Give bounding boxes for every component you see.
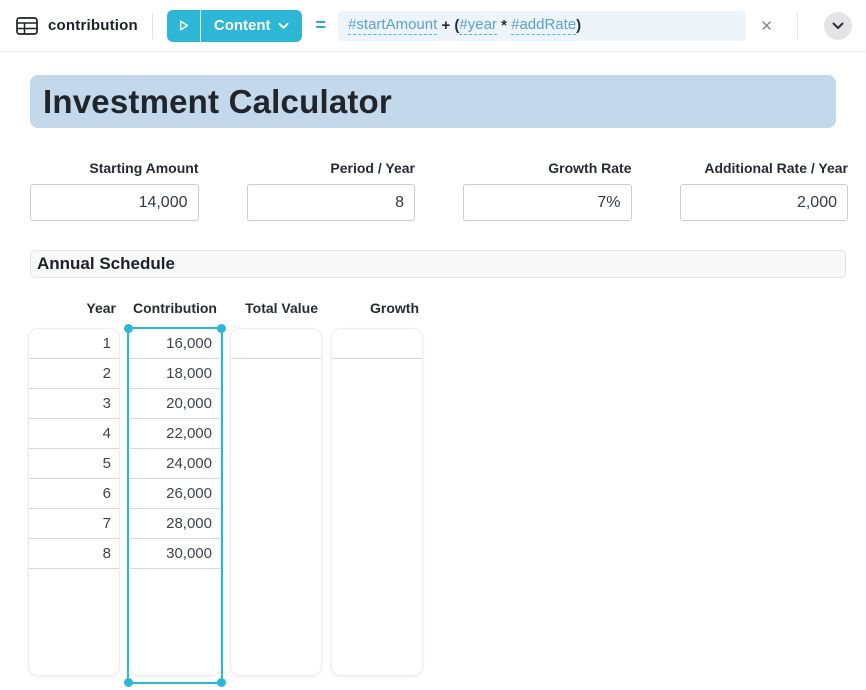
- column-growth: [331, 328, 423, 676]
- field-growth-rate: Growth Rate: [463, 160, 632, 221]
- table-cell[interactable]: 16,000: [130, 329, 220, 359]
- schedule-table: 1234567816,00018,00020,00022,00024,00026…: [28, 328, 866, 676]
- selection-handle[interactable]: [124, 678, 133, 687]
- table-cell[interactable]: 22,000: [130, 419, 220, 449]
- field-period-year: Period / Year: [247, 160, 416, 221]
- formula-input[interactable]: #startAmount + (#year * #addRate): [338, 11, 746, 41]
- period-year-input[interactable]: [247, 184, 416, 221]
- content-dropdown-button[interactable]: Content: [201, 10, 302, 42]
- table-cell[interactable]: 4: [29, 419, 119, 449]
- sheet-name: contribution: [48, 17, 138, 34]
- starting-amount-input[interactable]: [30, 184, 199, 221]
- section-title: Annual Schedule: [37, 254, 175, 274]
- table-cell[interactable]: 1: [29, 329, 119, 359]
- column-header-growth[interactable]: Growth: [331, 298, 423, 318]
- table-cell[interactable]: 20,000: [130, 389, 220, 419]
- table-cell[interactable]: 3: [29, 389, 119, 419]
- column-total-value: [230, 328, 322, 676]
- chevron-down-icon: [832, 22, 844, 30]
- run-button[interactable]: [167, 10, 201, 42]
- formula-token-ref[interactable]: #year: [459, 16, 497, 35]
- page-title-banner: Investment Calculator: [30, 75, 836, 128]
- annual-schedule-section-header: Annual Schedule: [30, 250, 846, 278]
- field-starting-amount: Starting Amount: [30, 160, 199, 221]
- table-cell[interactable]: 2: [29, 359, 119, 389]
- table-cell[interactable]: 24,000: [130, 449, 220, 479]
- chevron-down-icon: [278, 22, 289, 30]
- column-header-total-value[interactable]: Total Value: [230, 298, 322, 318]
- table-grid-icon: [16, 17, 38, 35]
- toolbar-divider: [152, 13, 153, 39]
- table-cell[interactable]: 6: [29, 479, 119, 509]
- parameter-form: Starting Amount Period / Year Growth Rat…: [30, 160, 848, 221]
- column-card-growth[interactable]: [331, 328, 423, 676]
- table-cell[interactable]: 30,000: [130, 539, 220, 569]
- table-cell[interactable]: 28,000: [130, 509, 220, 539]
- table-cell[interactable]: 5: [29, 449, 119, 479]
- formula-token-op[interactable]: +: [437, 17, 454, 34]
- close-icon[interactable]: ✕: [760, 17, 773, 35]
- formula-token-op[interactable]: ): [576, 17, 581, 34]
- content-button-group: Content: [167, 10, 302, 42]
- content-button-label: Content: [214, 17, 271, 34]
- growth-rate-input[interactable]: [463, 184, 632, 221]
- selection-handle[interactable]: [217, 678, 226, 687]
- table-cell[interactable]: [231, 329, 321, 359]
- page-title: Investment Calculator: [43, 83, 392, 121]
- column-year: 12345678: [28, 328, 120, 676]
- column-card-total-value[interactable]: [230, 328, 322, 676]
- column-header-contribution[interactable]: Contribution: [129, 298, 221, 318]
- table-cell[interactable]: 7: [29, 509, 119, 539]
- table-cell[interactable]: [332, 329, 422, 359]
- play-icon: [177, 19, 190, 32]
- formula-token-ref[interactable]: #addRate: [511, 16, 576, 35]
- additional-rate-input[interactable]: [680, 184, 849, 221]
- field-additional-rate: Additional Rate / Year: [680, 160, 849, 221]
- column-card-contribution[interactable]: 16,00018,00020,00022,00024,00026,00028,0…: [129, 328, 221, 676]
- table-cell[interactable]: 26,000: [130, 479, 220, 509]
- formula-equals-sign: =: [316, 15, 327, 36]
- field-label: Period / Year: [247, 160, 416, 176]
- table-cell[interactable]: 8: [29, 539, 119, 569]
- column-contribution: 16,00018,00020,00022,00024,00026,00028,0…: [129, 328, 221, 676]
- column-card-year[interactable]: 12345678: [28, 328, 120, 676]
- toolbar-divider: [797, 13, 798, 39]
- field-label: Additional Rate / Year: [680, 160, 849, 176]
- column-header-year[interactable]: Year: [28, 298, 120, 318]
- schedule-column-headers: Year Contribution Total Value Growth: [28, 298, 866, 318]
- field-label: Starting Amount: [30, 160, 199, 176]
- top-toolbar: contribution Content = #startAmount + (#…: [0, 0, 866, 52]
- formula-token-ref[interactable]: #startAmount: [348, 16, 437, 35]
- formula-token-op[interactable]: *: [497, 17, 511, 34]
- field-label: Growth Rate: [463, 160, 632, 176]
- collapse-panel-button[interactable]: [824, 12, 852, 40]
- table-cell[interactable]: 18,000: [130, 359, 220, 389]
